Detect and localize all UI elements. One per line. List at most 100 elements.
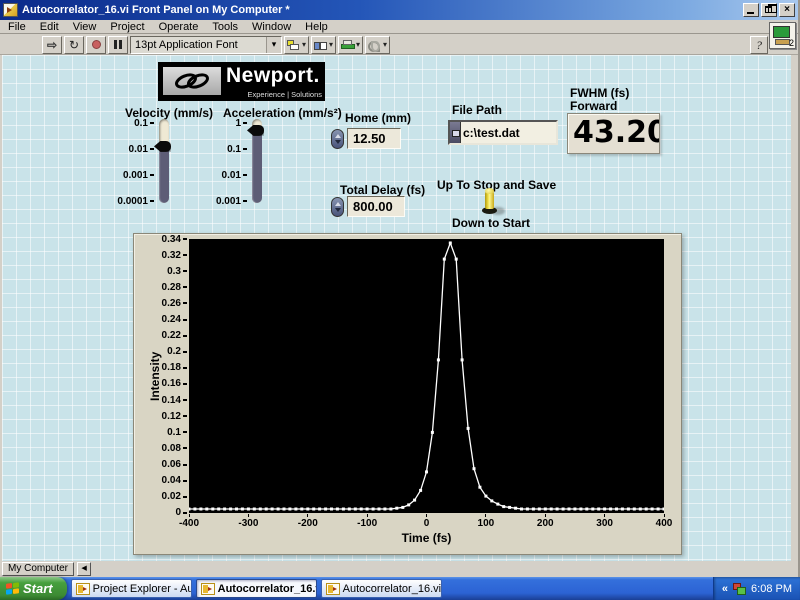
newport-logo-mark-icon: [163, 67, 221, 95]
taskbar-item-front-panel[interactable]: Autocorrelator_16.vi ...: [196, 579, 317, 598]
align-objects-button[interactable]: ▾: [284, 36, 309, 54]
reorder-button[interactable]: ▾: [365, 36, 390, 54]
browse-icon[interactable]: [450, 122, 461, 143]
scroll-left-icon[interactable]: ◀: [77, 562, 91, 576]
start-button[interactable]: Start: [0, 577, 67, 600]
labview-task-icon: [201, 583, 215, 595]
run-continuous-button[interactable]: ↻: [64, 36, 84, 54]
vi-icon-badge: 2: [789, 38, 794, 48]
file-path-label: File Path: [452, 103, 502, 117]
menu-item[interactable]: Window: [245, 21, 298, 33]
close-button[interactable]: ×: [779, 3, 795, 17]
chart-xlabel: Time (fs): [189, 531, 664, 545]
font-selector[interactable]: 13pt Application Font ▾: [130, 36, 282, 54]
chart-trace-svg: [189, 239, 664, 513]
menu-item[interactable]: View: [66, 21, 104, 33]
fwhm-value: 43.205: [573, 115, 660, 150]
velocity-slider-fill: [159, 146, 169, 203]
pause-button[interactable]: [108, 36, 128, 54]
file-path-control: c:\test.dat: [448, 120, 558, 145]
run-button[interactable]: ⇨: [42, 36, 62, 54]
chart-plot-area: [189, 239, 664, 513]
acceleration-scale: 10.10.010.001: [207, 123, 247, 201]
run-icon: ⇨: [47, 38, 57, 52]
tray-clock[interactable]: 6:08 PM: [751, 583, 792, 595]
lv-statusbar: My Computer ◀: [0, 561, 798, 577]
chevron-down-icon: ▾: [302, 40, 306, 49]
abort-button[interactable]: [86, 36, 106, 54]
distribute-objects-button[interactable]: ▾: [311, 36, 336, 54]
close-icon: ×: [784, 4, 790, 15]
taskbar: Start Project Explorer - Autoc... Autoco…: [0, 577, 800, 600]
file-path-value[interactable]: c:\test.dat: [461, 122, 523, 143]
tray-chevron-icon[interactable]: «: [722, 583, 728, 595]
abort-icon: [92, 40, 101, 49]
restore-button[interactable]: [761, 3, 777, 17]
intensity-chart: Intensity 0.340.320.30.280.260.240.220.2…: [133, 233, 682, 555]
front-panel: Newport. Experience | Solutions Velocity…: [2, 55, 791, 561]
toolbar: ⇨ ↻ 13pt Application Font ▾ ▾ ▾ ▾: [0, 35, 798, 55]
window-title: Autocorrelator_16.vi Front Panel on My C…: [22, 4, 741, 16]
velocity-slider-thumb[interactable]: [154, 141, 171, 152]
system-tray: « 6:08 PM: [713, 577, 800, 600]
home-label: Home (mm): [345, 111, 411, 125]
newport-logo-name: Newport.: [226, 64, 320, 88]
toggle-down-label: Down to Start: [452, 216, 530, 230]
minimize-button[interactable]: [743, 3, 759, 17]
vi-icon[interactable]: 2: [769, 22, 796, 49]
total-delay-control: 800.00: [331, 196, 405, 217]
home-value[interactable]: 12.50: [347, 128, 401, 149]
reorder-icon: [368, 40, 380, 50]
chevron-down-icon: ▾: [266, 37, 281, 53]
labview-app-icon: [3, 3, 18, 17]
chart-yticks: 0.340.320.30.280.260.240.220.20.180.160.…: [134, 239, 187, 513]
run-continuous-icon: ↻: [69, 38, 79, 52]
execution-target: My Computer: [2, 562, 74, 576]
acceleration-slider-fill: [252, 130, 262, 203]
context-help-button[interactable]: ?: [750, 36, 768, 54]
total-delay-spinner[interactable]: [331, 197, 344, 217]
taskbar-item-label: Autocorrelator_16.vi ...: [218, 583, 317, 595]
menu-item[interactable]: File: [1, 21, 33, 33]
taskbar-item-block-diagram[interactable]: Autocorrelator_16.vi Blo...: [321, 579, 442, 598]
taskbar-item-label: Project Explorer - Autoc...: [93, 583, 192, 595]
chart-xticks: -400-300-200-1000100200300400: [189, 518, 664, 530]
menu-item[interactable]: Project: [103, 21, 151, 33]
display-tray-icon[interactable]: [733, 583, 746, 595]
menu-item[interactable]: Tools: [205, 21, 245, 33]
labview-window: Autocorrelator_16.vi Front Panel on My C…: [0, 0, 800, 577]
resize-objects-button[interactable]: ▾: [338, 36, 363, 54]
toggle-lever[interactable]: [485, 190, 494, 209]
fwhm-sublabel: Forward: [570, 99, 617, 113]
total-delay-value[interactable]: 800.00: [347, 196, 405, 217]
screen: Autocorrelator_16.vi Front Panel on My C…: [0, 0, 800, 600]
labview-task-icon: [76, 583, 90, 595]
fwhm-label: FWHM (fs): [570, 86, 629, 100]
acceleration-slider-thumb[interactable]: [247, 125, 264, 136]
taskbar-item-project-explorer[interactable]: Project Explorer - Autoc...: [71, 579, 192, 598]
menu-item[interactable]: Edit: [33, 21, 66, 33]
taskbar-item-label: Autocorrelator_16.vi Blo...: [343, 583, 442, 595]
home-spinner[interactable]: [331, 129, 344, 149]
toggle-switch[interactable]: [479, 188, 505, 218]
align-objects-icon: [287, 40, 299, 50]
menu-item[interactable]: Help: [298, 21, 335, 33]
chevron-down-icon: ▾: [356, 40, 360, 49]
newport-logo: Newport. Experience | Solutions: [158, 62, 325, 101]
distribute-objects-icon: [314, 40, 326, 50]
acceleration-slider: 10.10.010.001: [207, 119, 265, 203]
titlebar[interactable]: Autocorrelator_16.vi Front Panel on My C…: [0, 0, 798, 20]
menubar: FileEditViewProjectOperateToolsWindowHel…: [0, 20, 798, 34]
home-control: 12.50: [331, 128, 401, 149]
resize-objects-icon: [341, 40, 353, 50]
fwhm-display: 43.205: [567, 113, 660, 154]
windows-logo-icon: [6, 582, 19, 594]
newport-logo-tagline: Experience | Solutions: [248, 90, 323, 99]
chevron-down-icon: ▾: [383, 40, 387, 49]
chevron-down-icon: ▾: [329, 40, 333, 49]
vi-icon-base: [775, 39, 790, 45]
vi-icon-screen: [773, 26, 790, 38]
menu-item[interactable]: Operate: [152, 21, 206, 33]
start-label: Start: [23, 581, 53, 596]
labview-task-icon: [326, 583, 340, 595]
